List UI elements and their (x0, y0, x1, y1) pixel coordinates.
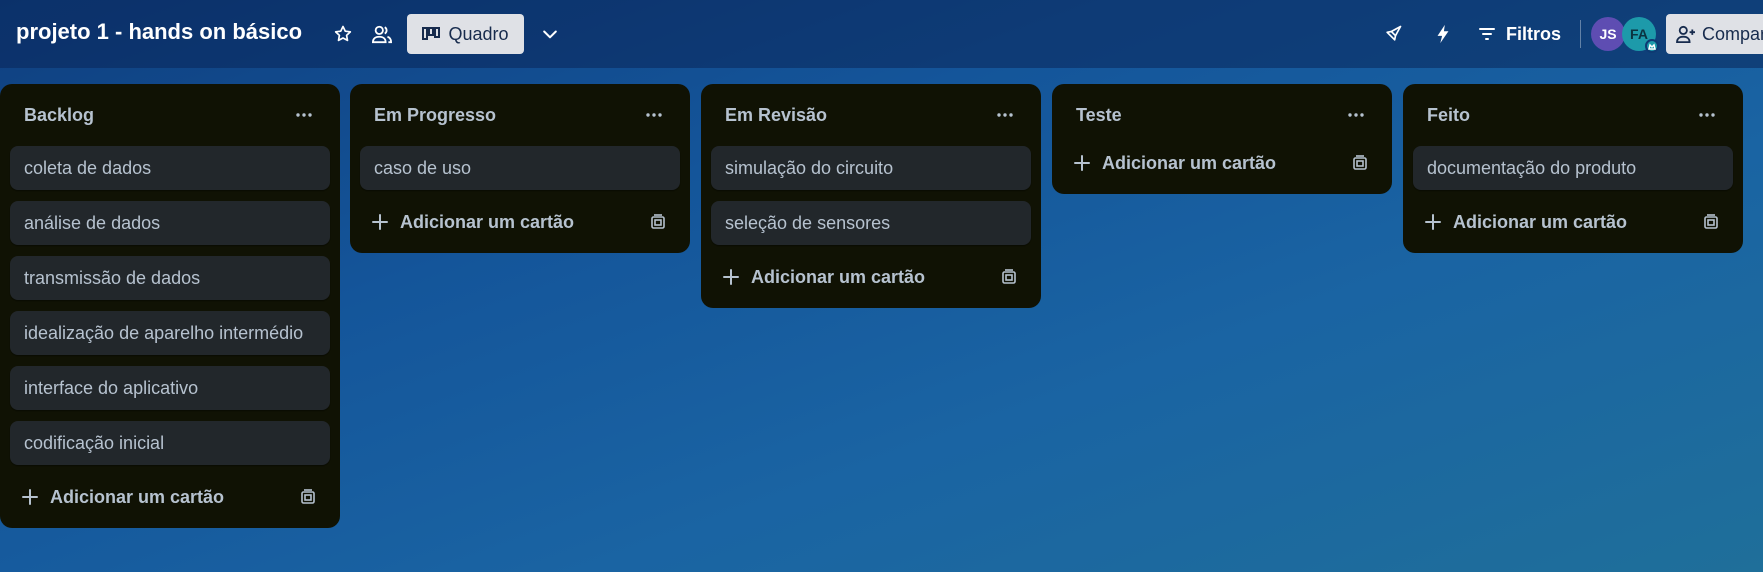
add-card-row: Adicionar um cartão (711, 254, 1031, 300)
lightning-icon (1435, 24, 1451, 44)
add-member-icon (1676, 25, 1696, 43)
board-view-label: Quadro (448, 23, 509, 44)
add-card-label: Adicionar um cartão (1102, 152, 1277, 173)
filter-label: Filtros (1506, 23, 1562, 44)
card-template-icon[interactable] (646, 210, 670, 234)
board-view-icon (422, 27, 441, 41)
team-icon (371, 24, 393, 44)
more-options-icon[interactable] (642, 103, 666, 127)
add-card-row: Adicionar um cartão (1062, 140, 1382, 186)
card[interactable]: interface do aplicativo (10, 366, 330, 410)
card[interactable]: codificação inicial (10, 421, 330, 465)
list-title[interactable]: Teste (1076, 105, 1122, 126)
more-options-icon[interactable] (1344, 103, 1368, 127)
card[interactable]: caso de uso (360, 146, 680, 190)
plus-icon (372, 214, 388, 230)
add-card-row: Adicionar um cartão (1413, 199, 1733, 245)
list-backlog: Backlog coleta de dados análise de dados… (0, 84, 340, 528)
list-header: Backlog (10, 84, 330, 146)
board-header: projeto 1 - hands on básico Quadro Filtr… (0, 0, 1763, 68)
card[interactable]: simulação do circuito (711, 146, 1031, 190)
workspace-visibility-button[interactable] (369, 20, 395, 48)
card[interactable]: coleta de dados (10, 146, 330, 190)
card[interactable]: seleção de sensores (711, 201, 1031, 245)
share-button[interactable]: Compar (1666, 14, 1763, 54)
add-card-row: Adicionar um cartão (10, 474, 330, 520)
list-title[interactable]: Em Revisão (725, 105, 827, 126)
add-card-button[interactable]: Adicionar um cartão (22, 487, 224, 508)
list-title[interactable]: Em Progresso (374, 105, 496, 126)
star-board-button[interactable] (330, 20, 356, 48)
plus-icon (22, 489, 38, 505)
card[interactable]: documentação do produto (1413, 146, 1733, 190)
avatar[interactable]: JS (1591, 17, 1625, 51)
add-card-label: Adicionar um cartão (1453, 211, 1628, 232)
card-template-icon[interactable] (1348, 151, 1372, 175)
add-card-button[interactable]: Adicionar um cartão (1074, 153, 1276, 174)
more-options-icon[interactable] (292, 103, 316, 127)
add-card-button[interactable]: Adicionar um cartão (372, 212, 574, 233)
plus-icon (723, 269, 739, 285)
rocket-icon (1383, 24, 1403, 44)
list-header: Feito (1413, 84, 1733, 146)
list-title[interactable]: Backlog (24, 105, 94, 126)
share-label: Compar (1702, 23, 1763, 44)
header-divider (1580, 20, 1581, 48)
add-card-label: Adicionar um cartão (751, 266, 926, 287)
add-card-row: Adicionar um cartão (360, 199, 680, 245)
card-template-icon[interactable] (997, 265, 1021, 289)
card[interactable]: idealização de aparelho intermédio (10, 311, 330, 355)
list-teste: Teste Adicionar um cartão (1052, 84, 1392, 194)
add-card-button[interactable]: Adicionar um cartão (723, 267, 925, 288)
card[interactable]: transmissão de dados (10, 256, 330, 300)
list-header: Em Revisão (711, 84, 1031, 146)
list-feito: Feito documentação do produto Adicionar … (1403, 84, 1743, 253)
list-title[interactable]: Feito (1427, 105, 1470, 126)
power-ups-button[interactable] (1380, 21, 1406, 47)
more-options-icon[interactable] (1695, 103, 1719, 127)
card[interactable]: análise de dados (10, 201, 330, 245)
automation-button[interactable] (1430, 21, 1456, 47)
board-title[interactable]: projeto 1 - hands on básico (16, 19, 302, 45)
add-card-label: Adicionar um cartão (400, 211, 575, 232)
more-options-icon[interactable] (993, 103, 1017, 127)
plus-icon (1425, 214, 1441, 230)
list-header: Em Progresso (360, 84, 680, 146)
filter-icon (1478, 26, 1496, 42)
view-switcher-button[interactable] (536, 20, 564, 48)
list-header: Teste (1062, 84, 1382, 146)
list-em-revisao: Em Revisão simulação do circuito seleção… (701, 84, 1041, 308)
star-icon (333, 24, 353, 44)
add-card-label: Adicionar um cartão (50, 486, 225, 507)
card-template-icon[interactable] (296, 485, 320, 509)
filter-button[interactable]: Filtros (1478, 18, 1561, 50)
chevron-down-icon (540, 24, 560, 44)
admin-badge-icon (1645, 39, 1659, 53)
plus-icon (1074, 155, 1090, 171)
card-template-icon[interactable] (1699, 210, 1723, 234)
list-em-progresso: Em Progresso caso de uso Adicionar um ca… (350, 84, 690, 253)
board-view-button[interactable]: Quadro (407, 14, 524, 54)
add-card-button[interactable]: Adicionar um cartão (1425, 212, 1627, 233)
